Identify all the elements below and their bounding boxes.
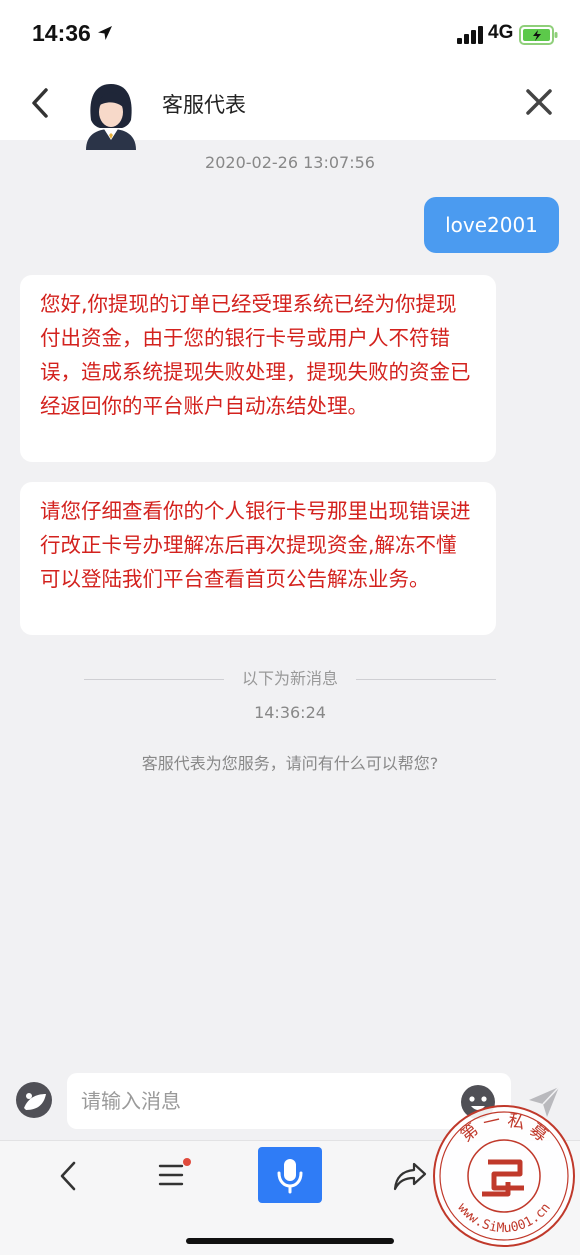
network-type: 4G (488, 22, 514, 43)
agent-avatar[interactable] (78, 80, 144, 150)
menu-icon[interactable] (156, 1157, 192, 1191)
home-indicator (186, 1238, 394, 1244)
system-message: 客服代表为您服务，请问有什么可以帮您? (141, 754, 439, 773)
browser-back-icon[interactable] (56, 1159, 80, 1193)
message-input[interactable] (81, 1073, 441, 1129)
chat-title: 客服代表 (162, 93, 246, 117)
battery-icon (519, 25, 558, 45)
divider-line (356, 679, 496, 680)
status-bar: 14:36 4G (0, 0, 580, 70)
share-icon[interactable] (392, 1159, 428, 1193)
signal-icon (457, 26, 483, 44)
message-timestamp: 14:36:24 (254, 703, 326, 722)
voice-toggle-icon[interactable] (14, 1080, 54, 1120)
microphone-button[interactable] (258, 1147, 322, 1203)
new-messages-divider: 以下为新消息 (84, 668, 496, 690)
status-time: 14:36 (32, 20, 91, 46)
microphone-icon (277, 1159, 303, 1194)
outgoing-message-bubble[interactable]: love2001 (424, 197, 559, 253)
location-arrow-icon (98, 26, 112, 40)
chat-header: 客服代表 (0, 70, 580, 150)
message-timestamp: 2020-02-26 13:07:56 (205, 153, 375, 172)
incoming-message-bubble[interactable]: 您好,你提现的订单已经受理系统已经为你提现付出资金，由于您的银行卡号或用户人不符… (20, 275, 496, 462)
back-icon[interactable] (26, 84, 56, 124)
close-icon[interactable] (522, 85, 556, 119)
watermark-seal: 第 一 私 募 www.SiMu001.cn (433, 1105, 575, 1247)
incoming-message-bubble[interactable]: 请您仔细查看你的个人银行卡号那里出现错误进行改正卡号办理解冻后再次提现资金,解冻… (20, 482, 496, 635)
